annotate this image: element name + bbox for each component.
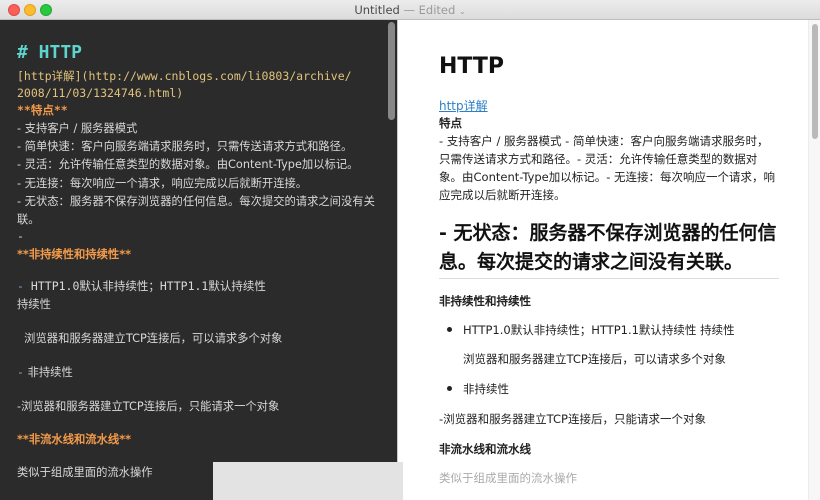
markdown-preview[interactable]: HTTP http详解 特点 - 支持客户 / 服务器模式 - 简单快速：客户向… [398, 20, 820, 500]
bullet-icon [447, 327, 452, 332]
document-name: Untitled [354, 3, 400, 17]
window-title[interactable]: Untitled — Edited ⌄ [0, 3, 820, 19]
editor-bold-line: **非持续性和持续性** [17, 248, 132, 261]
chevron-down-icon[interactable]: ⌄ [459, 7, 466, 16]
editor-list-dash: - [17, 365, 24, 379]
editor-text-line: 浏览器和服务器建立TCP连接后，可以请求多个对象 [17, 332, 283, 345]
preview-list-item: HTTP1.0默认非持续性；HTTP1.1默认持续性 持续性 [463, 323, 735, 337]
editor-list-dash: - [17, 279, 24, 293]
preview-heading-h2: - 无状态：服务器不保存浏览器的任何信息。每次提交的请求之间没有关联。 [439, 222, 777, 273]
preview-strong-text: 非流水线和流水线 [439, 442, 531, 456]
editor-link-line: 2008/11/03/1324746.html) [17, 86, 184, 100]
editor-bold-line: **非流水线和流水线** [17, 433, 132, 446]
editor-scrollbar[interactable] [385, 20, 397, 500]
preview-heading-rule [439, 278, 779, 279]
editor-text-line: - [17, 229, 24, 243]
editor-text-line: - 无状态：服务器不保存浏览器的任何信息。每次提交的请求之间没有关 [17, 195, 375, 208]
edited-status: — Edited [403, 3, 456, 17]
editor-heading-line: # HTTP [17, 42, 83, 63]
editor-scroll-thumb[interactable] [388, 22, 395, 120]
overlay-panel [213, 462, 403, 500]
editor-link-line: [http详解](http://www.cnblogs.com/li0803/a… [17, 69, 352, 83]
preview-scrollbar[interactable] [808, 20, 820, 500]
editor-text-line: - 无连接：每次响应一个请求，响应完成以后就断开连接。 [17, 177, 308, 190]
preview-list-item-paragraph: 浏览器和服务器建立TCP连接后，可以请求多个对象 [463, 352, 726, 366]
preview-scroll-thumb[interactable] [812, 24, 818, 139]
preview-list-item: 非持续性 [463, 382, 509, 396]
editor-bold-line: **特点** [17, 103, 68, 117]
preview-paragraph: -浏览器和服务器建立TCP连接后，只能请求一个对象 [439, 412, 706, 426]
editor-text-line: 类似于组成里面的流水操作 [17, 466, 153, 479]
editor-text-line: - 支持客户 / 服务器模式 [17, 122, 138, 135]
bullet-icon [447, 386, 452, 391]
editor-text-line: HTTP1.0默认非持续性；HTTP1.1默认持续性 [24, 279, 266, 293]
markdown-editor[interactable]: # HTTP [http详解](http://www.cnblogs.com/l… [0, 20, 397, 500]
title-bar: Untitled — Edited ⌄ [0, 0, 820, 20]
editor-text-line: 非持续性 [24, 366, 73, 379]
preview-strong-text: 特点 [439, 116, 462, 130]
preview-paragraph: - 支持客户 / 服务器模式 - 简单快速：客户向服务端请求服务时，只需传送请求… [439, 134, 776, 202]
editor-text-line: 联。 [17, 213, 40, 226]
preview-paragraph: 类似于组成里面的流水操作 [439, 471, 577, 485]
editor-text-line: - 灵活：允许传输任意类型的数据对象。由Content-Type加以标记。 [17, 158, 359, 171]
editor-text-line: - 简单快速：客户向服务端请求服务时，只需传送请求方式和路径。 [17, 140, 353, 153]
preview-heading-h1: HTTP [439, 54, 505, 79]
preview-link[interactable]: http详解 [439, 97, 779, 114]
editor-text-line: -浏览器和服务器建立TCP连接后，只能请求一个对象 [17, 400, 280, 413]
preview-strong-text: 非持续性和持续性 [439, 294, 531, 308]
editor-text-line: 持续性 [17, 298, 51, 311]
